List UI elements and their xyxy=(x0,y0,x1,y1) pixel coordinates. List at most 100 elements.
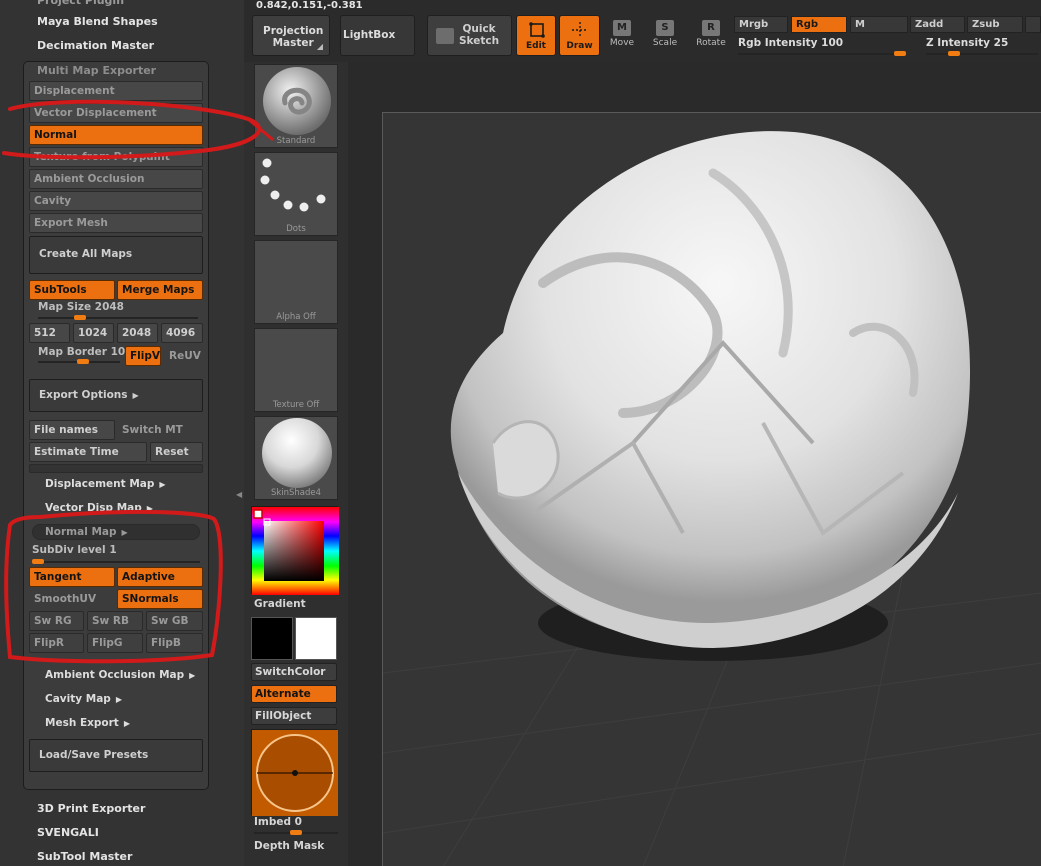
texture-tile[interactable]: Texture Off xyxy=(254,328,338,412)
left-tree-panel: Project Plugin Maya Blend Shapes Decimat… xyxy=(0,0,244,866)
projection-master-button[interactable]: Projection Master ◢ xyxy=(252,15,330,56)
z-intensity-slider[interactable] xyxy=(926,51,1038,56)
zadd-toggle[interactable]: Zadd xyxy=(910,16,965,33)
reuv-toggle[interactable]: ReUV xyxy=(164,346,203,366)
zcut-toggle[interactable] xyxy=(1025,16,1041,33)
material-tile[interactable]: SkinShade4 xyxy=(254,416,338,500)
quick-sketch-button[interactable]: Quick Sketch xyxy=(427,15,512,56)
expand-arrow-icon: ▶ xyxy=(123,719,130,728)
move-mode-button[interactable]: M Move xyxy=(602,20,642,54)
normal-button[interactable]: Normal xyxy=(29,125,203,145)
multi-map-exporter-panel: Multi Map Exporter Displacement Vector D… xyxy=(23,61,209,790)
mesh-export-subpalette[interactable]: Mesh Export ▶ xyxy=(45,717,130,729)
standard-brush-tile[interactable]: Standard xyxy=(254,64,338,148)
flip-b-toggle[interactable]: FlipB xyxy=(146,633,203,653)
file-names-button[interactable]: File names xyxy=(29,420,115,440)
texture-from-polypaint-button[interactable]: Texture from Polypaint xyxy=(29,147,203,167)
alpha-tile[interactable]: Alpha Off xyxy=(254,240,338,324)
empty-row xyxy=(29,464,203,473)
reset-button[interactable]: Reset xyxy=(150,442,203,462)
swap-rg-toggle[interactable]: Sw RG xyxy=(29,611,84,631)
size-1024-button[interactable]: 1024 xyxy=(73,323,114,343)
rgb-intensity-slider[interactable] xyxy=(738,51,906,56)
map-border-slider-knob[interactable] xyxy=(77,359,90,364)
color-picker[interactable] xyxy=(251,506,339,595)
multi-map-exporter-title[interactable]: Multi Map Exporter xyxy=(37,64,156,77)
secondary-color-swatch[interactable] xyxy=(295,617,337,660)
vector-displacement-button[interactable]: Vector Displacement xyxy=(29,103,203,123)
size-2048-button[interactable]: 2048 xyxy=(117,323,158,343)
map-border-label: Map Border 10 xyxy=(38,346,126,358)
estimate-time-button[interactable]: Estimate Time xyxy=(29,442,147,462)
plugin-decimation-master[interactable]: Decimation Master xyxy=(37,39,154,52)
sculpted-sphere-model xyxy=(383,131,1041,866)
swap-rb-toggle[interactable]: Sw RB xyxy=(87,611,143,631)
create-all-maps-button[interactable]: Create All Maps xyxy=(29,236,203,274)
map-size-slider[interactable] xyxy=(38,315,198,320)
swap-gb-toggle[interactable]: Sw GB xyxy=(146,611,203,631)
gradient-label[interactable]: Gradient xyxy=(254,598,306,610)
plugin-3d-print-exporter[interactable]: 3D Print Exporter xyxy=(37,802,145,815)
flip-g-toggle[interactable]: FlipG xyxy=(87,633,143,653)
adaptive-toggle[interactable]: Adaptive xyxy=(117,567,203,587)
cavity-map-subpalette[interactable]: Cavity Map ▶ xyxy=(45,693,122,705)
subdiv-level-label: SubDiv level 1 xyxy=(32,544,117,556)
alternate-toggle[interactable]: Alternate xyxy=(251,685,337,703)
merge-maps-toggle[interactable]: Merge Maps xyxy=(117,280,203,300)
displacement-button[interactable]: Displacement xyxy=(29,81,203,101)
flipv-toggle[interactable]: FlipV xyxy=(125,346,161,366)
ambient-occlusion-button[interactable]: Ambient Occlusion xyxy=(29,169,203,189)
projection-master-line2: Master xyxy=(272,37,314,49)
normal-map-subpalette[interactable]: Normal Map ▶ xyxy=(32,524,200,540)
z-intensity-label: Z Intensity 25 xyxy=(926,37,1009,49)
smoothuv-toggle[interactable]: SmoothUV xyxy=(29,589,115,609)
fill-object-button[interactable]: FillObject xyxy=(251,707,337,725)
plugin-cut-label: Project Plugin xyxy=(37,0,125,7)
tangent-toggle[interactable]: Tangent xyxy=(29,567,115,587)
plugin-maya-blend-shapes[interactable]: Maya Blend Shapes xyxy=(37,15,158,28)
mrgb-toggle[interactable]: Mrgb xyxy=(734,16,788,33)
rgb-intensity-slider-knob[interactable] xyxy=(894,51,906,56)
document-area[interactable] xyxy=(382,112,1041,866)
map-size-slider-knob[interactable] xyxy=(73,315,86,320)
top-toolbar: 0.842,0.151,-0.381 Projection Master ◢ L… xyxy=(244,0,1041,62)
rotate-mode-button[interactable]: R Rotate xyxy=(691,20,731,54)
collapse-arrow-icon[interactable]: ◀ xyxy=(236,490,242,506)
snormals-toggle[interactable]: SNormals xyxy=(117,589,203,609)
switch-color-button[interactable]: SwitchColor xyxy=(251,663,337,681)
rgb-toggle[interactable]: Rgb xyxy=(791,16,847,33)
zsub-toggle[interactable]: Zsub xyxy=(967,16,1023,33)
alpha-caption: Alpha Off xyxy=(276,312,316,322)
displacement-map-subpalette[interactable]: Displacement Map ▶ xyxy=(45,478,166,490)
draw-size-orb[interactable] xyxy=(251,729,338,816)
switch-mt-button[interactable]: Switch MT xyxy=(117,420,203,440)
imbed-slider-knob[interactable] xyxy=(290,830,302,835)
subdiv-level-slider[interactable] xyxy=(32,559,200,564)
cavity-button[interactable]: Cavity xyxy=(29,191,203,211)
ambient-occlusion-map-subpalette[interactable]: Ambient Occlusion Map ▶ xyxy=(45,669,195,681)
dots-stroke-tile[interactable]: Dots xyxy=(254,152,338,236)
depth-mask-label[interactable]: Depth Mask xyxy=(254,840,324,852)
edit-mode-button[interactable]: Edit xyxy=(516,15,556,56)
m-toggle[interactable]: M xyxy=(850,16,908,33)
size-4096-button[interactable]: 4096 xyxy=(161,323,203,343)
z-intensity-slider-knob[interactable] xyxy=(948,51,960,56)
vector-disp-map-subpalette[interactable]: Vector Disp Map ▶ xyxy=(45,502,153,514)
subtools-toggle[interactable]: SubTools xyxy=(29,280,115,300)
main-color-swatch[interactable] xyxy=(251,617,293,660)
plugin-subtool-master[interactable]: SubTool Master xyxy=(37,850,132,863)
draw-mode-button[interactable]: Draw xyxy=(559,15,600,56)
imbed-slider[interactable] xyxy=(254,830,338,835)
viewport[interactable] xyxy=(348,62,1041,866)
corner-arrow-icon: ◢ xyxy=(316,42,323,51)
plugin-svengali[interactable]: SVENGALI xyxy=(37,826,99,839)
load-save-presets-button[interactable]: Load/Save Presets xyxy=(29,739,203,772)
flip-r-toggle[interactable]: FlipR xyxy=(29,633,84,653)
map-border-slider[interactable] xyxy=(38,359,120,364)
scale-mode-button[interactable]: S Scale xyxy=(645,20,685,54)
lightbox-button[interactable]: LightBox xyxy=(340,15,415,56)
size-512-button[interactable]: 512 xyxy=(29,323,70,343)
subdiv-level-slider-knob[interactable] xyxy=(32,559,44,564)
export-options-button[interactable]: Export Options ▶ xyxy=(29,379,203,412)
export-mesh-button[interactable]: Export Mesh xyxy=(29,213,203,233)
